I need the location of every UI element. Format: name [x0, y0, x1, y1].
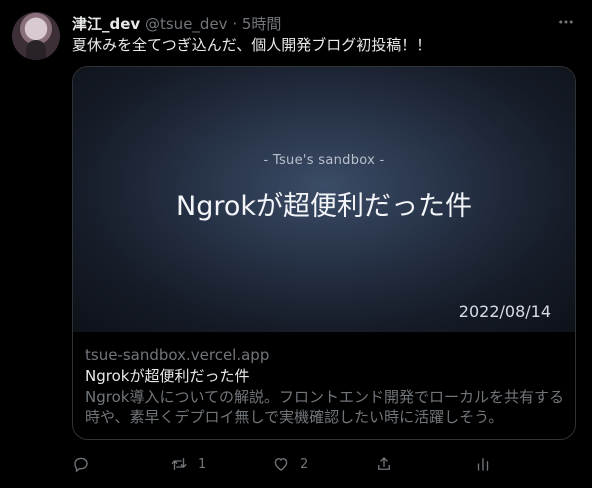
- analytics-icon: [477, 458, 489, 471]
- user-handle[interactable]: @tsue_dev: [145, 15, 228, 33]
- analytics-button[interactable]: [474, 452, 492, 476]
- card-domain: tsue-sandbox.vercel.app: [85, 346, 270, 364]
- retweet-count: 1: [198, 456, 207, 472]
- display-name[interactable]: 津江_dev: [72, 15, 140, 33]
- separator-dot: ·: [232, 15, 238, 33]
- card-image-title: Ngrokが超便利だった件: [176, 191, 472, 222]
- more-icon: [559, 20, 573, 24]
- more-options-button[interactable]: [552, 8, 580, 36]
- card-image-date: 2022/08/14: [458, 302, 551, 321]
- reply-icon: [74, 457, 88, 473]
- retweet-button[interactable]: 1: [170, 452, 206, 476]
- card-meta: tsue-sandbox.vercel.app Ngrokが超便利だった件 Ng…: [85, 345, 565, 427]
- like-button[interactable]: 2: [272, 452, 308, 476]
- tweet-text: 夏休みを全てつぎ込んだ、個人開発ブログ初投稿！！: [72, 36, 432, 54]
- tweet-header: 津江_dev @tsue_dev · 5時間: [72, 13, 281, 34]
- like-count: 2: [300, 456, 309, 472]
- like-icon: [274, 458, 288, 471]
- timestamp[interactable]: 5時間: [242, 15, 282, 33]
- avatar[interactable]: [12, 12, 60, 60]
- share-button[interactable]: [375, 452, 393, 476]
- card-title: Ngrokが超便利だった件: [85, 367, 250, 385]
- card-image-site-label: - Tsue's sandbox -: [263, 153, 385, 168]
- reply-button[interactable]: [72, 452, 100, 476]
- action-bar: 1 2: [72, 452, 502, 476]
- card-description: Ngrok導入についての解説。フロントエンド開発でローカルを共有する時や、素早く…: [85, 388, 564, 426]
- link-card[interactable]: - Tsue's sandbox - Ngrokが超便利だった件 2022/08…: [72, 66, 576, 440]
- share-icon: [378, 457, 390, 470]
- card-image[interactable]: - Tsue's sandbox - Ngrokが超便利だった件 2022/08…: [73, 67, 575, 332]
- retweet-icon: [171, 458, 187, 470]
